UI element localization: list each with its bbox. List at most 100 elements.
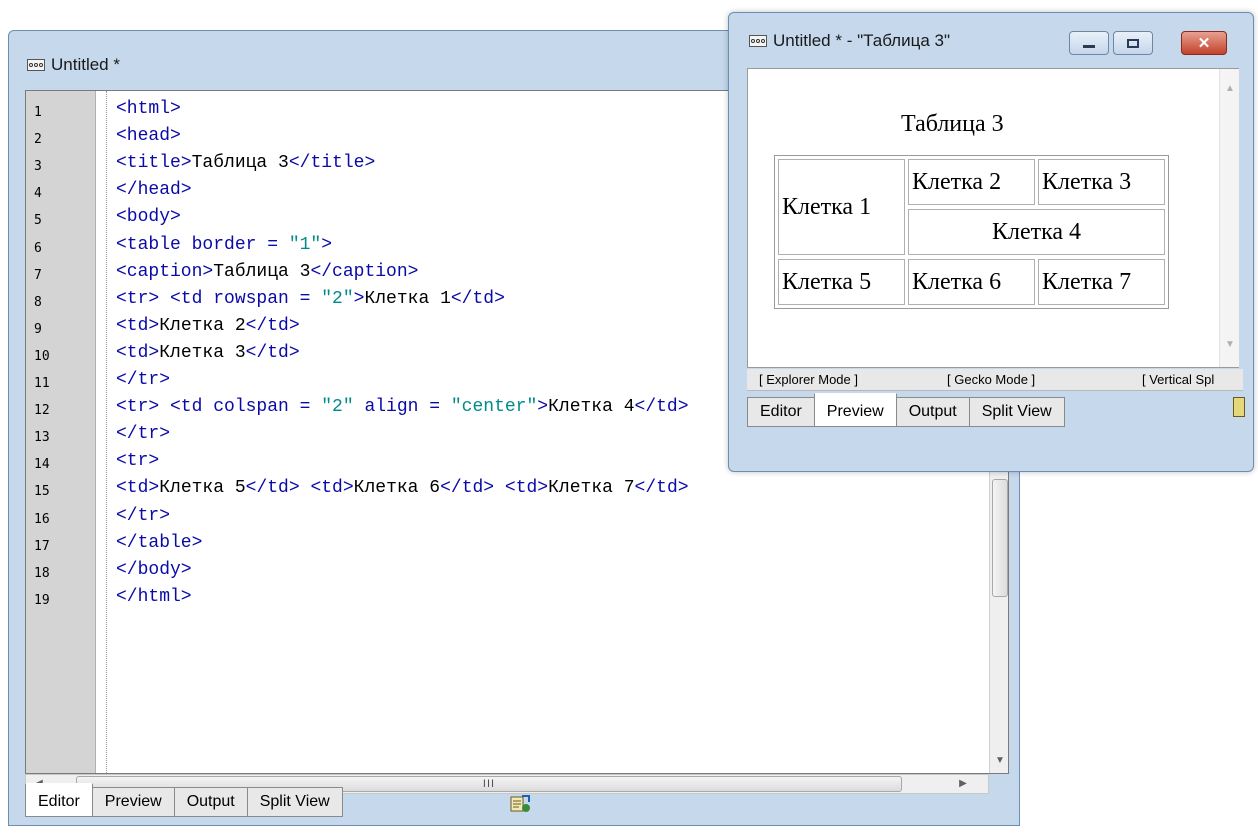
vertical-scroll-thumb[interactable] <box>992 479 1008 597</box>
code-line: <title>Таблица 3</title> <box>116 150 375 177</box>
code-tag: </tr> <box>116 505 171 526</box>
line-number: 6 <box>34 240 42 256</box>
tab-output[interactable]: Output <box>173 787 248 817</box>
explorer-mode-link[interactable]: [ Explorer Mode ] <box>759 372 858 387</box>
scroll-down-arrow-icon[interactable]: ▼ <box>992 753 1008 769</box>
line-number: 9 <box>34 321 42 337</box>
vertical-split-link[interactable]: [ Vertical Spl <box>1142 372 1214 387</box>
tab-preview[interactable]: Preview <box>91 787 175 817</box>
code-tag: </td> <box>634 478 689 499</box>
code-tag: <title> <box>116 153 192 174</box>
tab-preview[interactable]: Preview <box>813 393 897 427</box>
line-number-gutter: 1 2 3 4 5 6 7 8 9 10 11 12 13 14 15 16 17 18 19 <box>26 91 96 773</box>
minimize-button[interactable] <box>1069 31 1109 55</box>
code-tag: <body> <box>116 207 181 228</box>
table-cell: Клетка 5 <box>778 259 905 305</box>
code-line: </head> <box>116 177 192 204</box>
code-tag: </td> <td> <box>440 478 549 499</box>
code-text: Клетка 5 <box>159 478 246 499</box>
code-tag: </tr> <box>116 370 171 390</box>
preview-tab-bar: Editor Preview Output Split View <box>747 393 1065 427</box>
code-tag: </tr> <box>116 424 171 445</box>
tab-editor[interactable]: Editor <box>25 783 93 817</box>
code-tag: <head> <box>116 126 181 147</box>
line-number: 7 <box>34 267 42 283</box>
code-line: <tr> <td rowspan = "2">Клетка 1</td> <box>116 286 505 313</box>
tab-output[interactable]: Output <box>895 397 970 427</box>
line-number: 10 <box>34 348 50 364</box>
preview-title-bar[interactable]: Untitled * - "Таблица 3" <box>749 31 950 51</box>
code-line: </tr> <box>116 503 170 530</box>
code-tag: <td> <box>116 342 160 363</box>
code-tag: </td> <box>634 397 689 418</box>
editor-title-bar[interactable]: Untitled * <box>27 55 120 75</box>
code-tag: </td> <box>245 342 300 363</box>
code-tag: </title> <box>288 153 376 174</box>
code-tag: > <box>537 397 549 418</box>
code-tag: <html> <box>116 99 181 119</box>
code-string: "center" <box>450 397 538 418</box>
scroll-up-arrow-icon[interactable]: ▲ <box>1222 81 1238 97</box>
line-number: 17 <box>34 538 50 554</box>
code-tag: </td> <box>450 288 505 309</box>
code-tag: <td> <box>116 478 160 499</box>
code-tag: <td> <box>116 315 160 336</box>
app-icon <box>749 35 767 47</box>
code-line: </table> <box>116 530 202 557</box>
code-tag: </td> <td> <box>245 478 354 499</box>
code-tag: <table border = <box>116 234 289 255</box>
tab-split-view[interactable]: Split View <box>246 787 343 817</box>
code-tag: </body> <box>116 559 192 580</box>
line-number: 18 <box>34 565 50 581</box>
app-icon <box>27 59 45 71</box>
line-number: 2 <box>34 132 42 148</box>
render-mode-bar: [ Explorer Mode ] [ Gecko Mode ] [ Verti… <box>747 369 1243 391</box>
line-number: 13 <box>34 430 50 446</box>
gecko-mode-link[interactable]: [ Gecko Mode ] <box>947 372 1035 387</box>
tab-editor[interactable]: Editor <box>747 397 815 427</box>
maximize-icon <box>1127 38 1139 48</box>
code-string: "2" <box>321 397 354 418</box>
line-number: 19 <box>34 592 50 608</box>
code-tag: <tr> <box>116 451 160 472</box>
maximize-button[interactable] <box>1113 31 1153 55</box>
code-line: <td>Клетка 2</td> <box>116 313 300 340</box>
code-line: </tr> <box>116 367 170 394</box>
code-tag: <tr> <td colspan = <box>116 397 322 418</box>
code-string: "2" <box>321 288 354 309</box>
gutter-margin-line <box>106 91 107 773</box>
preview-vertical-scrollbar[interactable]: ▲ ▼ <box>1219 69 1239 367</box>
code-tag: <caption> <box>116 261 214 282</box>
table-cell: Клетка 4 <box>908 209 1165 255</box>
table-cell: Клетка 6 <box>908 259 1035 305</box>
code-text: Клетка 7 <box>548 478 635 499</box>
close-button[interactable]: ✕ <box>1181 31 1227 55</box>
table-cell: Клетка 7 <box>1038 259 1165 305</box>
code-text: Клетка 2 <box>159 315 246 336</box>
code-line: <td>Клетка 3</td> <box>116 340 300 367</box>
code-tag: <tr> <td rowspan = <box>116 288 322 309</box>
line-number: 8 <box>34 294 42 310</box>
preview-title: Untitled * - "Таблица 3" <box>773 31 950 50</box>
preview-window: Untitled * - "Таблица 3" ✕ Таблица 3 Кле… <box>728 12 1254 472</box>
table-caption: Таблица 3 <box>901 111 1004 137</box>
code-text: Таблица 3 <box>213 261 311 282</box>
line-number: 5 <box>34 213 42 229</box>
code-line: <table border = "1"> <box>116 232 332 259</box>
code-text: Клетка 1 <box>364 288 451 309</box>
code-tag: </html> <box>116 586 192 607</box>
line-number: 3 <box>34 159 42 175</box>
tool-icon[interactable] <box>509 793 531 820</box>
code-tag: > <box>321 234 333 255</box>
code-line: <body> <box>116 204 181 231</box>
code-text: Клетка 6 <box>353 478 441 499</box>
code-text: Таблица 3 <box>191 153 289 174</box>
code-line: </html> <box>116 584 192 611</box>
scroll-down-arrow-icon[interactable]: ▼ <box>1222 337 1238 353</box>
scroll-right-arrow-icon[interactable]: ▶ <box>956 776 970 792</box>
code-tag: > <box>353 288 365 309</box>
tab-split-view[interactable]: Split View <box>968 397 1065 427</box>
code-tag: align = <box>353 397 451 418</box>
tool-icon[interactable] <box>1233 397 1245 417</box>
line-number: 12 <box>34 403 50 419</box>
